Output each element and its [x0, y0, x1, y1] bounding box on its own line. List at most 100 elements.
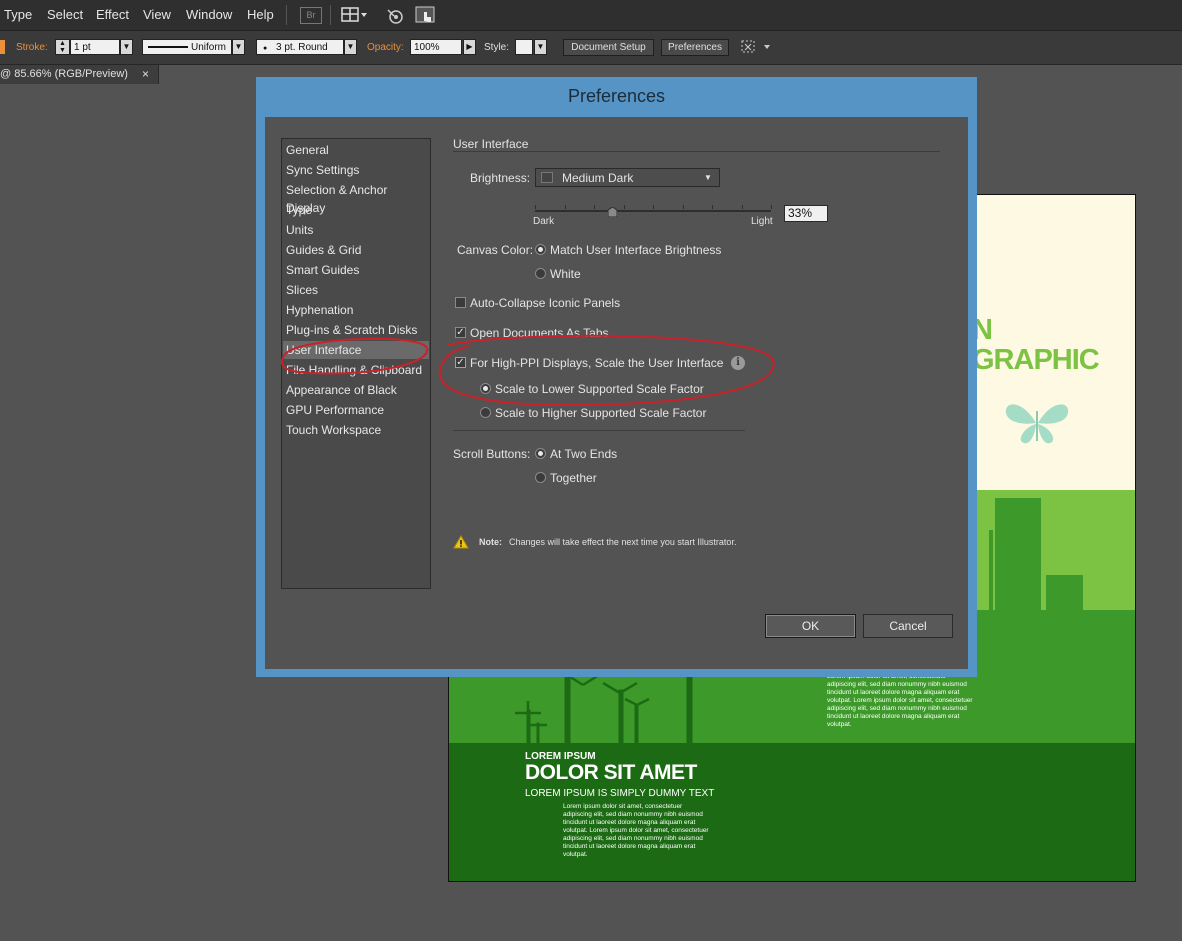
chevron-right-icon[interactable]: ▶ [463, 39, 476, 55]
art-title-fragment: GRAPHIC [972, 344, 1100, 376]
chevron-down-icon[interactable]: ▼ [534, 39, 547, 55]
sidebar-item-plugins[interactable]: Plug-ins & Scratch Disks [286, 321, 417, 339]
scroll-together-label[interactable]: Together [550, 471, 597, 485]
slider-ticks [535, 205, 772, 210]
canvas-white-label[interactable]: White [550, 267, 581, 281]
document-tab[interactable]: @ 85.66% (RGB/Preview) × [0, 65, 159, 84]
document-tab-title: @ 85.66% (RGB/Preview) [0, 68, 128, 80]
info-icon[interactable]: i [731, 356, 745, 370]
art-body-text-left: Lorem ipsum dolor sit amet, consectetuer… [563, 803, 709, 858]
document-setup-button[interactable]: Document Setup [563, 39, 654, 56]
brightness-percent-field[interactable]: 33% [784, 205, 828, 222]
preferences-button[interactable]: Preferences [661, 39, 729, 56]
touch-workspace-icon[interactable] [415, 5, 437, 30]
open-docs-tabs-checkbox[interactable]: ✓ [455, 327, 466, 338]
scale-higher-label[interactable]: Scale to Higher Supported Scale Factor [495, 406, 706, 420]
stroke-weight-field[interactable]: 1 pt [70, 39, 120, 55]
brightness-slider-track[interactable] [535, 210, 771, 212]
section-title: User Interface [453, 137, 529, 151]
menu-effect[interactable]: Effect [96, 7, 129, 22]
auto-collapse-checkbox[interactable] [455, 297, 466, 308]
section-divider [453, 430, 745, 431]
slider-tick [682, 205, 684, 209]
stroke-line-preview [148, 46, 188, 48]
fill-swatch[interactable] [0, 40, 5, 54]
slider-tick [623, 205, 625, 209]
menu-view[interactable]: View [143, 7, 171, 22]
scroll-two-ends-radio[interactable] [535, 448, 546, 459]
arrange-documents-icon[interactable] [341, 6, 369, 29]
section-divider [453, 151, 940, 152]
slider-tick [564, 205, 566, 209]
open-docs-tabs-label[interactable]: Open Documents As Tabs [470, 326, 609, 340]
building-shape [1046, 575, 1083, 610]
canvas-white-radio[interactable] [535, 268, 546, 279]
chevron-down-icon[interactable]: ▼ [120, 39, 133, 55]
style-label: Style: [484, 42, 510, 53]
high-ppi-label[interactable]: For High-PPI Displays, Scale the User In… [470, 356, 723, 370]
stroke-stepper[interactable]: ▲ ▼ [55, 39, 70, 55]
ok-button[interactable]: OK [765, 614, 856, 638]
menu-separator [330, 5, 331, 25]
brightness-value: Medium Dark [562, 171, 634, 185]
art-heading-large: DOLOR SIT AMET [525, 761, 697, 784]
art-body-text-right: Lorem ipsum dolor sit amet, consectetuer… [827, 673, 973, 728]
bridge-button[interactable]: Br [300, 7, 322, 24]
slider-dark-label: Dark [533, 216, 555, 227]
stroke-label[interactable]: Stroke: [16, 42, 48, 53]
chevron-down-icon[interactable]: ▼ [344, 39, 357, 55]
chevron-down-icon: ▼ [704, 173, 712, 182]
chevron-down-icon[interactable]: ▼ [232, 39, 245, 55]
menu-window[interactable]: Window [186, 7, 232, 22]
scroll-buttons-label: Scroll Buttons: [453, 447, 531, 461]
canvas-color-label: Canvas Color: [457, 243, 534, 257]
scale-higher-radio[interactable] [480, 407, 491, 418]
high-ppi-checkbox[interactable]: ✓ [455, 357, 466, 368]
style-swatch[interactable] [515, 39, 533, 55]
scroll-together-radio[interactable] [535, 472, 546, 483]
sidebar-item-selection-anchor[interactable]: Selection & Anchor Display [286, 181, 430, 215]
note-label: Note: [479, 537, 502, 547]
brightness-label: Brightness: [470, 171, 531, 185]
slider-tick [771, 205, 772, 209]
auto-collapse-label[interactable]: Auto-Collapse Iconic Panels [470, 296, 620, 310]
sidebar-item-smart-guides[interactable]: Smart Guides [286, 261, 359, 279]
sidebar-item-touch-workspace[interactable]: Touch Workspace [286, 421, 381, 439]
note-text: Changes will take effect the next time y… [509, 537, 737, 547]
brush-dot-icon: ● [263, 45, 268, 52]
slider-tick [712, 205, 713, 209]
sidebar-item-type[interactable]: Type [286, 201, 312, 219]
scale-lower-radio[interactable] [480, 383, 491, 394]
sidebar-item-guides-grid[interactable]: Guides & Grid [286, 241, 361, 259]
slider-tick [653, 205, 654, 209]
sidebar-item-appearance-black[interactable]: Appearance of Black [286, 381, 397, 399]
close-icon[interactable]: × [142, 67, 149, 81]
sidebar-item-gpu-performance[interactable]: GPU Performance [286, 401, 384, 419]
isolate-icon[interactable] [740, 39, 774, 60]
opacity-label[interactable]: Opacity: [367, 42, 404, 53]
menu-separator [286, 5, 287, 25]
menu-help[interactable]: Help [247, 7, 274, 22]
canvas-match-radio[interactable] [535, 244, 546, 255]
brush-definition[interactable]: ● 3 pt. Round [256, 39, 344, 55]
sidebar-item-units[interactable]: Units [286, 221, 313, 239]
sidebar-item-general[interactable]: General [286, 141, 329, 159]
brush-label: 3 pt. Round [276, 42, 328, 53]
opacity-field[interactable]: 100% [410, 39, 462, 55]
art-subheading: LOREM IPSUM IS SIMPLY DUMMY TEXT [525, 788, 715, 799]
scroll-two-ends-label[interactable]: At Two Ends [550, 447, 617, 461]
scale-lower-label[interactable]: Scale to Lower Supported Scale Factor [495, 382, 704, 396]
menu-select[interactable]: Select [47, 7, 83, 22]
cancel-button[interactable]: Cancel [863, 614, 953, 638]
brightness-slider-thumb[interactable] [607, 204, 618, 218]
sidebar-item-file-handling[interactable]: File Handling & Clipboard [286, 361, 422, 379]
variable-width-profile[interactable]: Uniform [142, 39, 232, 55]
sidebar-item-user-interface[interactable]: User Interface [283, 341, 429, 359]
sidebar-item-sync-settings[interactable]: Sync Settings [286, 161, 359, 179]
canvas-match-label[interactable]: Match User Interface Brightness [550, 243, 721, 257]
brightness-dropdown[interactable]: Medium Dark ▼ [535, 168, 720, 187]
gpu-performance-icon[interactable] [385, 6, 405, 31]
menu-type[interactable]: Type [4, 7, 32, 22]
sidebar-item-slices[interactable]: Slices [286, 281, 318, 299]
sidebar-item-hyphenation[interactable]: Hyphenation [286, 301, 353, 319]
